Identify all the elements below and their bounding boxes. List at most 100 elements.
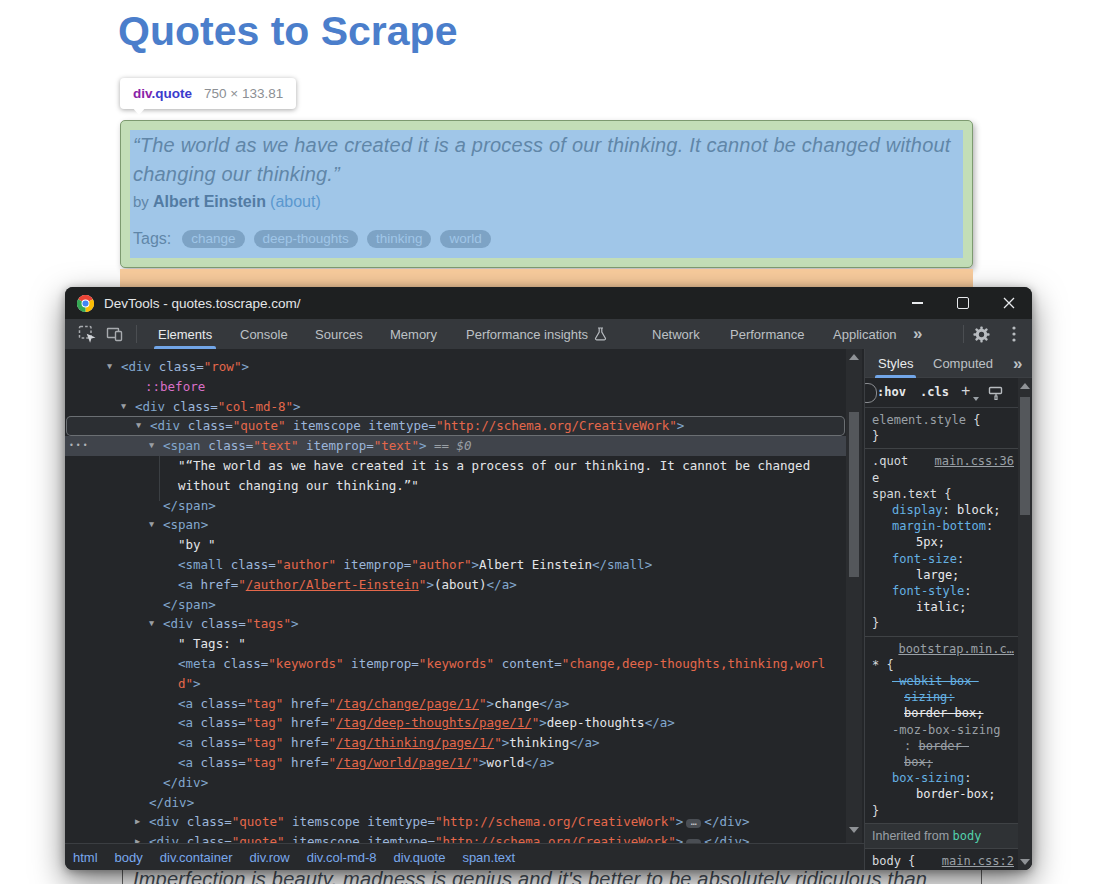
scroll-up-arrow[interactable] [849, 354, 859, 360]
dom-tree-row[interactable]: <a class="tag" href="/tag/world/page/1/"… [65, 753, 846, 773]
dom-tree-row[interactable]: d"> [65, 674, 846, 694]
dom-tree-row[interactable]: "“The world as we have created it is a p… [65, 456, 846, 476]
chrome-icon [77, 295, 94, 312]
scroll-down-arrow[interactable] [849, 827, 859, 833]
dom-tree-row[interactable]: ▼<div class="quote" itemscope itemtype="… [66, 416, 845, 436]
styles-filter-bar: :hov .cls + [865, 378, 1018, 408]
breadcrumb-item-span-text[interactable]: span.text [462, 850, 515, 865]
tab-network[interactable]: Network [652, 319, 700, 349]
tab-performance[interactable]: Performance [730, 319, 804, 349]
device-toolbar-button[interactable] [106, 319, 124, 349]
kebab-icon [1012, 326, 1016, 342]
close-icon [1003, 297, 1015, 309]
dom-tree-row[interactable]: •••▼<span class="text" itemprop="text"> … [65, 436, 846, 456]
dom-tree-row[interactable]: without changing our thinking.”" [65, 476, 846, 496]
stylesheet-link[interactable]: main.css:36 [935, 453, 1014, 469]
elements-panel: ▼<div class="row">::before▼<div class="c… [65, 349, 865, 870]
dom-tree-row[interactable]: "by " [65, 535, 846, 555]
dom-tree-row[interactable]: ▼<div class="col-md-8"> [65, 397, 846, 417]
scrollbar-thumb[interactable] [849, 412, 859, 577]
rendering-icon[interactable] [988, 385, 1004, 401]
close-button[interactable] [986, 287, 1032, 319]
inspect-icon [78, 325, 97, 344]
sidebar-tab-styles[interactable]: Styles [878, 349, 913, 378]
stylesheet-link[interactable]: main.css:2 [942, 853, 1014, 869]
inspect-tooltip: div.quote 750 × 133.81 [120, 78, 296, 109]
maximize-button[interactable] [940, 287, 986, 319]
styles-scrollbar-thumb[interactable] [1020, 397, 1030, 515]
page-title[interactable]: Quotes to Scrape [118, 8, 457, 55]
quote-tags: Tags:changedeep-thoughtsthinkingworld [133, 230, 491, 248]
stylesheet-link[interactable]: bootstrap.min.c… [898, 641, 1014, 657]
breadcrumb-item-div-row[interactable]: div.row [250, 850, 290, 865]
dom-tree-row[interactable]: ▶<div class="quote" itemscope itemtype="… [65, 832, 846, 843]
toggle-class-button[interactable]: .cls [920, 385, 949, 399]
inspect-highlight-content: “The world as we have created it is a pr… [130, 130, 963, 258]
dom-tree-row[interactable]: </span> [65, 595, 846, 615]
dom-tree-row[interactable]: ▼<div class="tags"> [65, 614, 846, 634]
dom-tree-row[interactable]: ▼<span> [65, 515, 846, 535]
breadcrumb-item-div-quote[interactable]: div.quote [394, 850, 446, 865]
filter-input[interactable] [865, 383, 877, 403]
styles-rules: element.style {}.quotmain.css:36espan.te… [865, 408, 1018, 870]
styles-scroll-down[interactable] [1020, 859, 1030, 865]
dom-tree-row[interactable]: ▶<div class="quote" itemscope itemtype="… [65, 812, 846, 832]
about-link[interactable]: (about) [270, 193, 321, 210]
new-style-rule-button[interactable]: + [961, 382, 970, 400]
dom-tree[interactable]: ▼<div class="row">::before▼<div class="c… [65, 349, 846, 843]
minimize-button[interactable] [894, 287, 940, 319]
tooltip-dimensions: 750 × 133.81 [204, 86, 283, 101]
tag-pill[interactable]: change [182, 230, 244, 248]
device-toolbar-icon [106, 325, 124, 343]
dom-tree-row[interactable]: <a href="/author/Albert-Einstein">(about… [65, 575, 846, 595]
dom-tree-row[interactable]: </div> [65, 773, 846, 793]
collapsed-content-button[interactable]: … [686, 819, 701, 828]
quote-author: Albert Einstein [153, 193, 266, 210]
kebab-menu-button[interactable] [1012, 319, 1016, 349]
dom-tree-row[interactable]: <a class="tag" href="/tag/thinking/page/… [65, 733, 846, 753]
dom-tree-row[interactable]: <a class="tag" href="/tag/change/page/1/… [65, 694, 846, 714]
inherited-from-header: Inherited from body [865, 824, 1018, 849]
tab-application[interactable]: Application [833, 319, 897, 349]
tooltip-arrow [131, 106, 147, 115]
sidebar-more-tabs[interactable]: » [1013, 349, 1021, 378]
dom-tree-row[interactable]: <meta class="keywords" itemprop="keyword… [65, 654, 846, 674]
devtools-content: ▼<div class="row">::before▼<div class="c… [65, 349, 1032, 870]
dom-tree-row[interactable]: <a class="tag" href="/tag/deep-thoughts/… [65, 713, 846, 733]
tab-console[interactable]: Console [240, 319, 288, 349]
styles-scrollbar[interactable] [1018, 378, 1032, 870]
inherited-body-selector[interactable]: body [953, 829, 982, 843]
tab-performance-insights[interactable]: Performance insights [466, 319, 607, 349]
tab-elements[interactable]: Elements [158, 319, 212, 349]
tab-sources[interactable]: Sources [315, 319, 363, 349]
breadcrumb-item-div-col-md-8[interactable]: div.col-md-8 [307, 850, 377, 865]
toolbar-separator-2 [963, 325, 964, 343]
dom-tree-row[interactable]: </span> [65, 496, 846, 516]
indent-guide [159, 456, 160, 501]
sidebar-tab-computed[interactable]: Computed [933, 349, 993, 378]
dom-tree-row[interactable]: " Tags: " [65, 634, 846, 654]
breadcrumb-item-div-container[interactable]: div.container [160, 850, 233, 865]
tag-pill[interactable]: thinking [367, 230, 432, 248]
quote-byline: by Albert Einstein (about) [133, 193, 321, 211]
more-tabs-button[interactable]: » [913, 319, 921, 349]
dom-tree-row[interactable]: <small class="author" itemprop="author">… [65, 555, 846, 575]
toggle-hover-button[interactable]: :hov [877, 385, 906, 399]
style-rule-section: body {main.css:2 [865, 849, 1018, 870]
breadcrumb-item-html[interactable]: html [73, 850, 98, 865]
tooltip-selector: div.quote [133, 86, 192, 101]
dom-tree-row[interactable]: </div> [65, 793, 846, 813]
dom-tree-row[interactable]: ▼<div class="row"> [65, 357, 846, 377]
dom-tree-row[interactable]: ::before [65, 377, 846, 397]
tag-pill[interactable]: world [440, 230, 490, 248]
styles-scroll-up[interactable] [1020, 383, 1030, 389]
dom-tree-scrollbar[interactable] [846, 349, 862, 843]
devtools-toolbar: Elements Console Sources Memory Performance … [65, 319, 1032, 349]
tag-pill[interactable]: deep-thoughts [254, 230, 358, 248]
tab-memory[interactable]: Memory [390, 319, 437, 349]
settings-button[interactable] [973, 319, 990, 349]
devtools-titlebar[interactable]: DevTools - quotes.toscrape.com/ [65, 287, 1032, 319]
styles-sidebar: » Styles Computed :hov .cls + element.sty… [865, 349, 1032, 870]
breadcrumb-item-body[interactable]: body [115, 850, 143, 865]
inspect-element-button[interactable] [78, 319, 97, 349]
